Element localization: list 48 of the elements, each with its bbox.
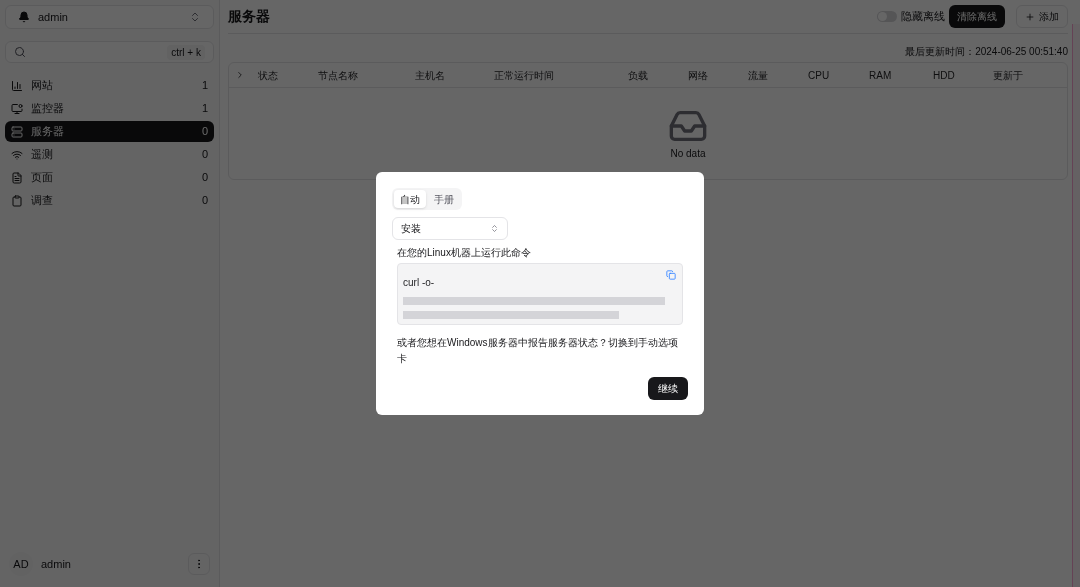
column-header: RAM (869, 69, 892, 81)
user-name: admin (41, 556, 72, 572)
empty-text: No data (670, 147, 706, 161)
page-title: 服务器 (228, 7, 271, 26)
search-icon (14, 46, 26, 58)
column-header: 节点名称 (318, 69, 358, 81)
more-button[interactable] (188, 553, 210, 575)
windows-note: 或者您想在Windows服务器中报告服务器状态？切换到手动选项卡 (397, 336, 679, 366)
sidebar-item[interactable]: 服务器 0 (5, 121, 214, 142)
search-field[interactable]: ctrl + k (5, 41, 214, 63)
sidebar-item[interactable]: 网站 1 (5, 75, 214, 96)
column-header: CPU (808, 69, 830, 81)
column-header: 负载 (628, 69, 648, 81)
column-header: 状态 (258, 69, 278, 81)
shortcut-hint: ctrl + k (167, 44, 205, 60)
page-icon (11, 171, 23, 184)
add-button[interactable]: 添加 (1016, 5, 1068, 28)
bell-icon (18, 11, 30, 23)
column-header: 主机名 (415, 69, 445, 81)
copy-icon[interactable] (666, 270, 676, 280)
monitor-icon (11, 102, 23, 115)
instruction-text: 在您的Linux机器上运行此命令 (397, 246, 532, 260)
sidebar-item[interactable]: 页面 0 (5, 167, 214, 188)
sidebar-item[interactable]: 调查 0 (5, 190, 214, 211)
chevron-updown-icon (189, 11, 201, 23)
last-updated-text: 最后更新时间：2024-06-25 00:51:40 (905, 45, 1068, 59)
column-header: 网络 (688, 69, 708, 81)
wifi-icon (11, 148, 23, 161)
column-header: 流量 (748, 69, 768, 81)
dialog-tab[interactable]: 手册 (428, 190, 460, 208)
account-switcher[interactable]: admin (5, 5, 214, 29)
column-header: 更新于 (993, 69, 1023, 81)
chevron-right-icon (235, 70, 245, 80)
continue-button[interactable]: 继续 (648, 377, 688, 400)
column-header: 正常运行时间 (494, 69, 554, 81)
sidebar-item[interactable]: 遥测 0 (5, 144, 214, 165)
action-select[interactable]: 安装 (392, 217, 508, 240)
column-header: HDD (933, 69, 955, 81)
chevron-updown-icon (490, 224, 499, 233)
command-text: curl -o- (403, 277, 435, 288)
bar-chart-icon (11, 79, 23, 92)
plus-icon (1025, 11, 1035, 22)
server-icon (11, 125, 23, 138)
hide-offline-label: 隐藏离线 (901, 9, 945, 25)
clear-offline-button[interactable]: 清除离线 (949, 5, 1005, 28)
dialog-tab[interactable]: 自动 (394, 190, 426, 208)
clipboard-icon (11, 194, 23, 207)
sidebar-item[interactable]: 监控器 1 (5, 98, 214, 119)
